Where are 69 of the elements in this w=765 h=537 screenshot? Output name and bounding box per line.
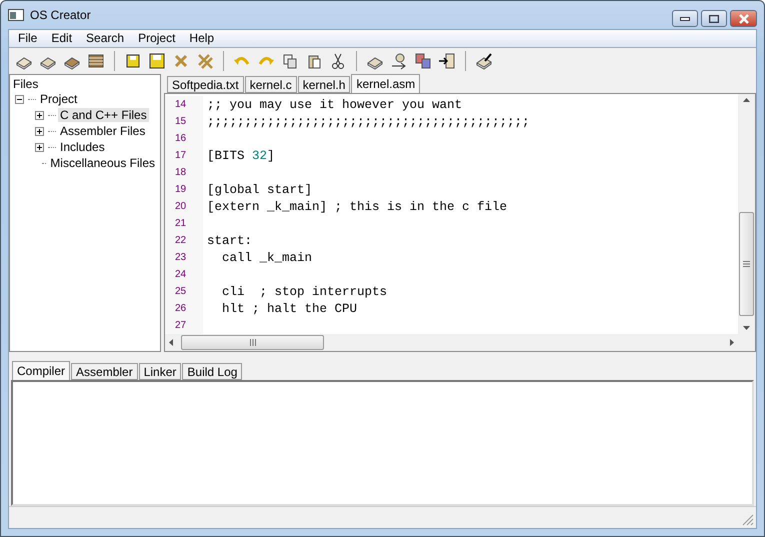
expand-toggle[interactable] — [35, 142, 44, 152]
minimize-icon — [680, 16, 690, 20]
tree-title: Files — [13, 77, 40, 91]
file-tab[interactable]: kernel.h — [298, 76, 350, 93]
menu-item[interactable]: Project — [131, 30, 182, 47]
code-line: hlt ; halt the CPU — [221, 302, 358, 316]
line-number: 20 — [165, 198, 203, 215]
line-number: 17 — [165, 147, 203, 164]
down-arrow-icon[interactable] — [743, 326, 750, 330]
output-tab[interactable]: Assembler — [71, 363, 138, 380]
code-line: ;;;;;;;;;;;;;;;;;;;;;;;;;;;;;;;;;;;;;;;;;;; — [206, 114, 530, 128]
expand-toggle[interactable] — [35, 110, 44, 120]
line-number: 25 — [165, 283, 203, 300]
up-arrow-icon[interactable] — [743, 98, 750, 102]
grip-icon — [743, 261, 750, 267]
tree-item[interactable]: Miscellaneous Files — [48, 156, 157, 170]
maximize-icon — [709, 14, 719, 22]
tree-item[interactable]: Assembler Files — [58, 124, 148, 138]
menu-item[interactable]: Search — [79, 30, 132, 47]
line-number: 24 — [165, 266, 203, 283]
line-number: 16 — [165, 130, 203, 147]
file-tab[interactable]: kernel.c — [244, 76, 297, 93]
scroll-thumb[interactable] — [181, 335, 324, 350]
code-line: start: — [206, 234, 252, 248]
code-line: ;; you may use it however you want — [206, 98, 462, 112]
resize-grip-icon — [742, 514, 754, 526]
app-icon — [8, 9, 24, 21]
tree-item[interactable]: Includes — [58, 140, 107, 154]
collapse-toggle[interactable] — [15, 94, 24, 104]
code-line: [global start] — [206, 182, 312, 196]
line-number: 26 — [165, 300, 203, 317]
code-line: call _k_main — [221, 250, 312, 264]
line-number: 23 — [165, 249, 203, 266]
grip-icon — [250, 339, 256, 346]
left-arrow-icon[interactable] — [169, 339, 173, 346]
code-line: [extern _k_main] ; this is in the c file — [206, 200, 508, 214]
menu-item[interactable]: File — [11, 30, 44, 47]
plus-icon — [36, 144, 43, 150]
menu-item[interactable]: Help — [182, 30, 222, 47]
window-title: OS Creator — [30, 8, 91, 22]
menu-item[interactable]: Edit — [44, 30, 80, 47]
close-button[interactable] — [730, 10, 757, 27]
plus-icon — [36, 128, 43, 134]
line-number: 14 — [165, 96, 203, 113]
code-line: [BITS 32] — [206, 148, 275, 162]
line-number: 18 — [165, 164, 203, 181]
horizontal-scrollbar[interactable] — [165, 334, 738, 351]
file-tab[interactable]: kernel.asm — [351, 74, 420, 93]
tree-item[interactable]: Project — [38, 92, 80, 106]
line-number: 19 — [165, 181, 203, 198]
line-number: 15 — [165, 113, 203, 130]
line-number: 22 — [165, 232, 203, 249]
output-tab[interactable]: Linker — [138, 363, 182, 380]
output-tab[interactable]: Build Log — [182, 363, 242, 380]
file-tab[interactable]: Softpedia.txt — [167, 76, 244, 93]
maximize-button[interactable] — [701, 10, 727, 27]
close-icon — [738, 14, 750, 24]
code-editor[interactable] — [164, 93, 756, 352]
plus-icon — [36, 112, 43, 118]
code-line: cli ; stop interrupts — [221, 284, 388, 298]
vertical-scrollbar[interactable] — [738, 94, 755, 334]
right-arrow-icon[interactable] — [730, 339, 734, 346]
scroll-thumb[interactable] — [739, 212, 754, 316]
line-number: 27 — [165, 317, 203, 334]
output-tab[interactable]: Compiler — [12, 361, 70, 380]
line-number: 21 — [165, 215, 203, 232]
expand-toggle[interactable] — [35, 126, 44, 136]
minimize-button[interactable] — [672, 10, 698, 27]
tree-item[interactable]: C and C++ Files — [58, 108, 149, 122]
